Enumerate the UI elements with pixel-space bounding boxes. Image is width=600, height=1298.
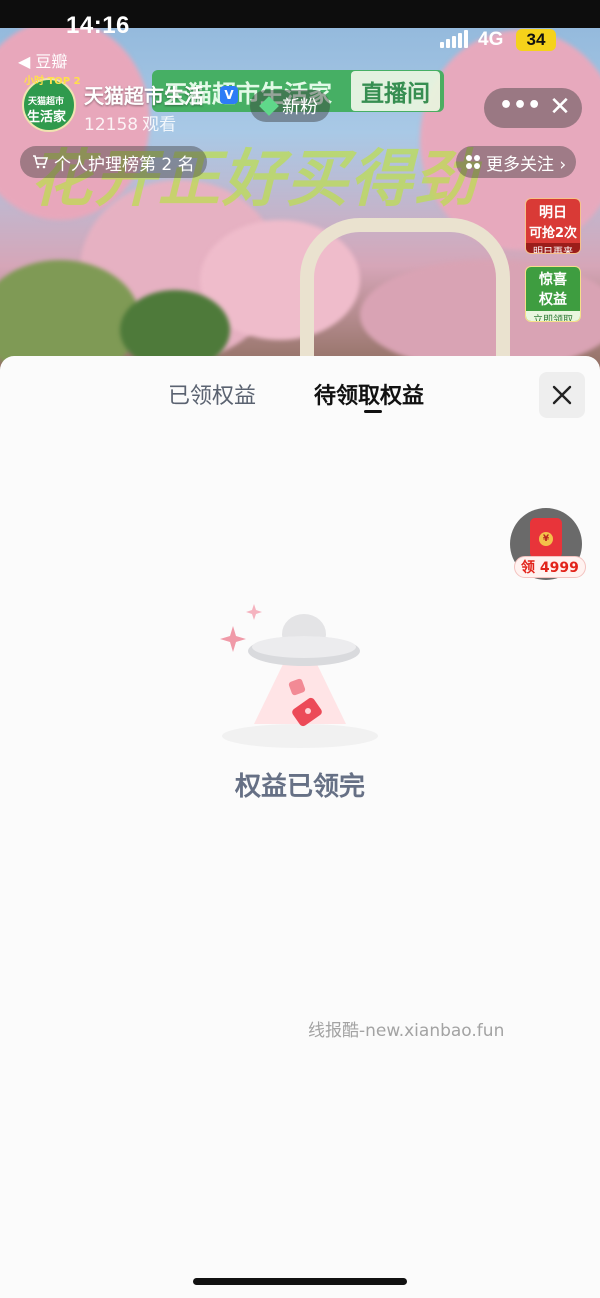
- cart-icon: [33, 155, 48, 169]
- avatar-rank-tag: 小时 TOP 2: [24, 76, 81, 87]
- benefits-sheet: [0, 356, 600, 1298]
- close-live-icon[interactable]: ✕: [545, 92, 575, 122]
- network-type: 4G: [478, 29, 504, 50]
- verified-icon: V: [220, 86, 238, 104]
- signal-icon: [440, 30, 468, 48]
- avatar-line2: 生活家: [27, 110, 67, 125]
- close-sheet-button[interactable]: [539, 372, 585, 418]
- close-icon: [552, 385, 572, 405]
- banner-badge: 直播间: [351, 71, 440, 111]
- new-fans-button[interactable]: 新粉: [250, 90, 330, 122]
- more-options-icon[interactable]: •••: [499, 90, 541, 126]
- promo-green-line1: 惊喜: [539, 272, 567, 288]
- viewer-count: 12158 观看: [84, 110, 176, 135]
- battery-icon: 34: [516, 29, 556, 51]
- more-follow-label: 更多关注 ›: [486, 154, 567, 175]
- empty-state-text: 权益已领完: [234, 772, 365, 802]
- promo-green-line3: 立即领取: [526, 311, 580, 321]
- coin-icon: ¥: [539, 532, 553, 546]
- grid-icon: [466, 155, 480, 169]
- status-time: 14:16: [66, 12, 130, 39]
- more-follow-button[interactable]: 更多关注 ›: [456, 146, 577, 178]
- viewer-number: 12158: [84, 115, 139, 135]
- promo-green-line2: 权益: [539, 292, 567, 308]
- tab-pending-benefits[interactable]: 待领取权益: [314, 378, 424, 410]
- rank-label: 个人护理榜第 2 名: [54, 154, 195, 175]
- ufo-icon: [220, 604, 378, 748]
- promo-red-line3: 明日再来: [526, 243, 580, 253]
- rank-badge[interactable]: 个人护理榜第 2 名: [20, 146, 207, 178]
- promo-red-line2: 可抢2次: [528, 226, 578, 241]
- empty-state-illustration: [220, 598, 380, 748]
- red-packet-label[interactable]: 领 4999: [514, 556, 586, 578]
- home-indicator[interactable]: [193, 1278, 407, 1285]
- viewer-unit: 观看: [142, 115, 177, 135]
- watermark: 线报酷-new.xianbao.fun: [308, 1021, 505, 1041]
- promo-surprise-card[interactable]: 惊喜 权益 立即领取: [525, 266, 581, 322]
- diamond-icon: [259, 96, 279, 116]
- active-tab-indicator: [364, 410, 382, 413]
- back-to-app-link[interactable]: ◀ 豆瓣: [18, 48, 67, 72]
- new-fans-label: 新粉: [282, 97, 318, 118]
- shop-name[interactable]: 天猫超市生活: [84, 80, 204, 109]
- promo-red-line1: 明日: [539, 205, 567, 221]
- promo-tomorrow-card[interactable]: 明日 可抢2次 明日再来: [525, 198, 581, 254]
- tab-claimed-benefits[interactable]: 已领权益: [168, 378, 256, 410]
